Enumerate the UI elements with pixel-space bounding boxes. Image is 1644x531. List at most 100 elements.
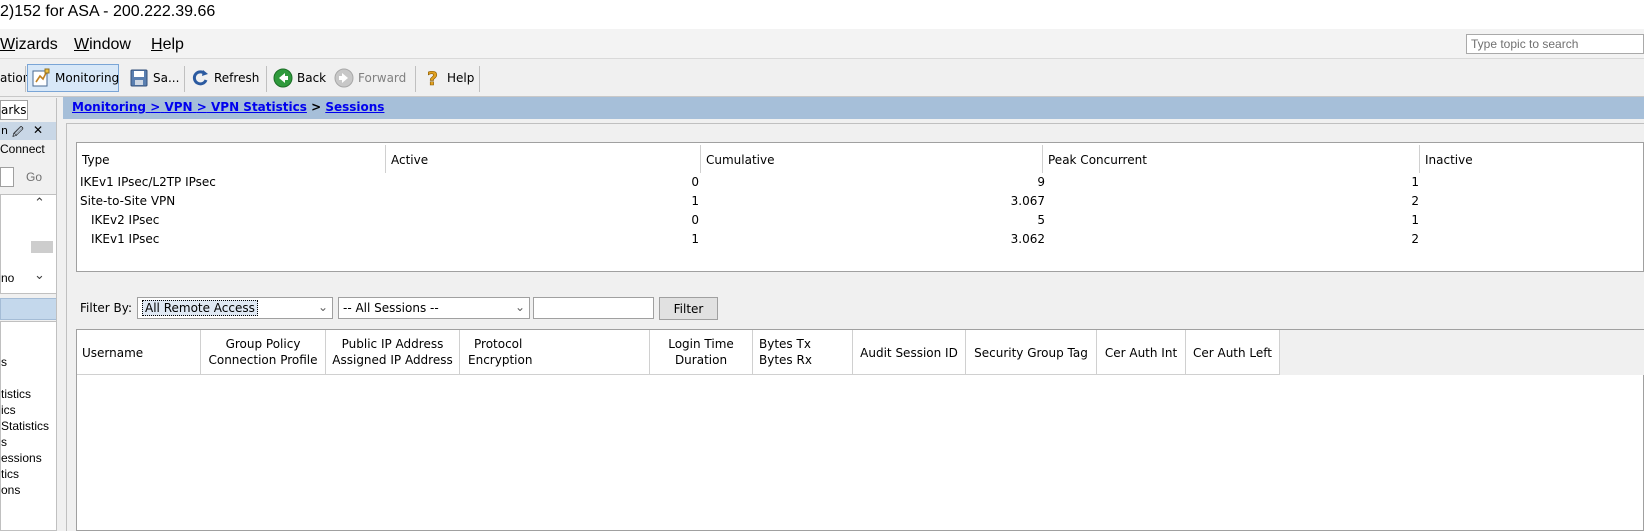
- title-bar: 2)152 for ASA - 200.222.39.66: [0, 0, 1644, 29]
- monitoring-icon: [31, 68, 51, 88]
- peak-cell: 2: [1411, 232, 1419, 246]
- help-button[interactable]: ? Help: [420, 64, 477, 92]
- table-row[interactable]: IKEv1 IPsec 1 3.062 2: [77, 231, 1644, 250]
- peak-cell: 2: [1411, 194, 1419, 208]
- header-line1: Group Policy: [225, 337, 301, 351]
- scrollbar-thumb[interactable]: [31, 241, 53, 253]
- table-row[interactable]: IKEv1 IPsec/L2TP IPsec 0 9 1: [77, 174, 1644, 193]
- table-row[interactable]: Site-to-Site VPN 1 3.067 2: [77, 193, 1644, 212]
- list-item[interactable]: no: [1, 271, 14, 285]
- menu-help[interactable]: Help: [151, 36, 184, 54]
- breadcrumb-separator: >: [196, 100, 207, 114]
- header-line1: Bytes Tx: [759, 337, 811, 351]
- header-line1: Security Group Tag: [974, 346, 1088, 360]
- tree-item[interactable]: tics: [1, 467, 19, 481]
- session-type-select[interactable]: -- All Sessions -- ⌄: [338, 297, 530, 319]
- column-header-ip-address[interactable]: Public IP Address Assigned IP Address: [326, 330, 460, 375]
- go-button[interactable]: Go: [26, 170, 42, 184]
- column-header-active[interactable]: Active: [386, 145, 701, 173]
- header-line1: Audit Session ID: [860, 346, 958, 360]
- column-header-security-group-tag[interactable]: Security Group Tag: [966, 330, 1097, 375]
- column-header-peak-concurrent[interactable]: Peak Concurrent: [1043, 145, 1420, 173]
- tree-item[interactable]: s: [1, 355, 7, 369]
- column-header-bytes[interactable]: Bytes Tx Bytes Rx: [753, 330, 853, 375]
- refresh-label: Refresh: [214, 71, 260, 85]
- monitoring-button[interactable]: Monitoring: [27, 64, 119, 92]
- column-header-cer-auth-left[interactable]: Cer Auth Left: [1186, 330, 1280, 375]
- tree-item[interactable]: essions: [1, 451, 42, 465]
- cumulative-cell: 5: [1037, 213, 1045, 227]
- refresh-icon: [190, 68, 210, 88]
- svg-text:?: ?: [427, 68, 438, 88]
- tree-item[interactable]: tistics: [1, 387, 31, 401]
- save-label: Sa...: [153, 71, 180, 85]
- active-cell: 1: [691, 194, 699, 208]
- scroll-down-icon[interactable]: ⌄: [34, 268, 45, 283]
- menu-wizards[interactable]: Wizards: [0, 36, 58, 54]
- column-header-cer-auth-int[interactable]: Cer Auth Int: [1097, 330, 1186, 375]
- breadcrumb-vpn-statistics[interactable]: VPN Statistics: [211, 100, 307, 114]
- window-title: 2)152 for ASA - 200.222.39.66: [0, 3, 216, 20]
- header-line1: Public IP Address: [341, 337, 444, 351]
- pin-icon[interactable]: 🖉: [12, 124, 24, 143]
- toolbar-separator: [415, 66, 416, 92]
- refresh-button[interactable]: Refresh: [187, 64, 262, 92]
- filter-type-select[interactable]: All Remote Access ⌄: [137, 297, 333, 319]
- tree-item[interactable]: s: [1, 435, 7, 449]
- menu-window[interactable]: Window: [74, 36, 131, 54]
- cumulative-cell: 9: [1037, 175, 1045, 189]
- active-cell: 0: [691, 213, 699, 227]
- tree-item[interactable]: Statistics: [1, 419, 49, 433]
- column-header-audit-session-id[interactable]: Audit Session ID: [853, 330, 966, 375]
- header-line2: Duration: [674, 353, 728, 367]
- bookmarks-tab[interactable]: arks: [0, 100, 28, 120]
- save-button[interactable]: Sa...: [126, 64, 182, 92]
- filter-type-value: All Remote Access: [142, 300, 258, 316]
- help-search-input[interactable]: Type topic to search: [1466, 34, 1644, 54]
- connect-input[interactable]: [0, 167, 14, 187]
- column-header-cumulative[interactable]: Cumulative: [701, 145, 1043, 173]
- header-filler: [1280, 330, 1644, 375]
- menu-window-rest: indow: [89, 36, 131, 53]
- active-cell: 1: [691, 232, 699, 246]
- close-icon[interactable]: ✕: [33, 123, 43, 137]
- forward-button[interactable]: Forward: [331, 64, 409, 92]
- panel-header-text: n: [1, 124, 8, 137]
- cumulative-cell: 3.067: [1010, 194, 1045, 208]
- column-header-group-policy[interactable]: Group Policy Connection Profile: [201, 330, 326, 375]
- type-cell: Site-to-Site VPN: [80, 194, 176, 208]
- peak-cell: 1: [1411, 213, 1419, 227]
- left-navigation-panel: arks n 🖉 ✕ Connect Go ⌃ no ⌄ s tistics i…: [0, 98, 57, 531]
- tree-item[interactable]: ics: [1, 403, 16, 417]
- back-button[interactable]: Back: [270, 64, 329, 92]
- header-line2: Encryption: [468, 353, 533, 367]
- column-header-login-time[interactable]: Login Time Duration: [650, 330, 753, 375]
- back-arrow-icon: [273, 68, 293, 88]
- cumulative-cell: 3.062: [1010, 232, 1045, 246]
- peak-cell: 1: [1411, 175, 1419, 189]
- breadcrumb-vpn[interactable]: VPN: [164, 100, 192, 114]
- breadcrumb-monitoring[interactable]: Monitoring: [72, 100, 146, 114]
- header-line1: Protocol: [474, 337, 523, 351]
- filter-button[interactable]: Filter: [659, 297, 718, 320]
- breadcrumb-separator: >: [150, 100, 161, 114]
- panel-header: n 🖉 ✕: [0, 122, 56, 143]
- column-header-username[interactable]: Username: [77, 330, 201, 375]
- column-header-inactive[interactable]: Inactive: [1420, 145, 1644, 173]
- toolbar-separator: [479, 66, 480, 92]
- toolbar: ation Monitoring Sa... Refresh Back Forw…: [0, 60, 1644, 97]
- vpn-statistics-table: Type Active Cumulative Peak Concurrent I…: [76, 142, 1644, 272]
- filter-by-label: Filter By:: [80, 301, 133, 315]
- column-header-type[interactable]: Type: [77, 145, 386, 173]
- forward-arrow-icon: [334, 68, 354, 88]
- selected-section-bar[interactable]: [0, 298, 56, 320]
- breadcrumb-sessions[interactable]: Sessions: [325, 100, 384, 114]
- scroll-up-icon[interactable]: ⌃: [34, 196, 45, 211]
- tree-item[interactable]: ons: [1, 483, 20, 497]
- table-row[interactable]: IKEv2 IPsec 0 5 1: [77, 212, 1644, 231]
- column-header-protocol[interactable]: Protocol Encryption: [460, 330, 650, 375]
- filter-text-input[interactable]: [533, 297, 654, 319]
- device-list[interactable]: ⌃ no ⌄: [0, 194, 56, 294]
- help-label: Help: [447, 71, 475, 85]
- menu-wizards-rest: izards: [15, 36, 58, 53]
